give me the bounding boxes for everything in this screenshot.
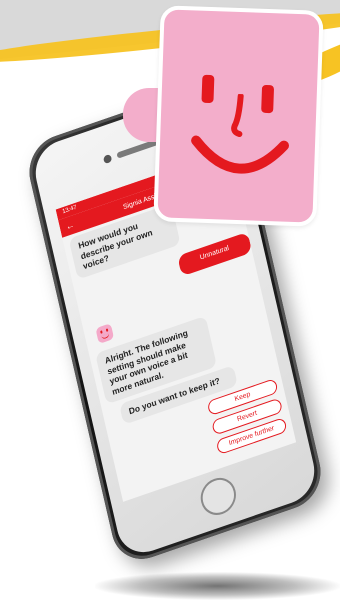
- front-camera: [102, 153, 113, 165]
- phone-floor-shadow: [95, 572, 340, 600]
- avatar-left-eye: [201, 74, 215, 104]
- avatar-small-mouth: [101, 333, 110, 340]
- smiley-face-icon: [95, 323, 115, 344]
- home-button[interactable]: [197, 472, 240, 520]
- avatar-small-right-eye: [105, 328, 109, 332]
- avatar-right-eye: [261, 84, 275, 114]
- avatar-small-left-eye: [100, 330, 103, 334]
- user-reply-bubble: Unnatural: [177, 231, 253, 276]
- avatar-mouth: [191, 135, 289, 174]
- smiley-face-icon: [153, 5, 324, 227]
